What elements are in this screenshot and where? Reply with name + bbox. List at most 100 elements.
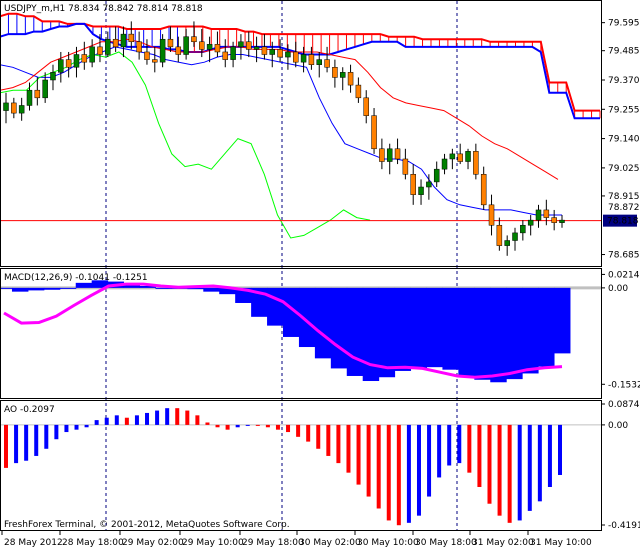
candle-body (246, 41, 252, 50)
ao-histogram-bar (114, 415, 119, 425)
candle-body (480, 174, 487, 206)
candle-body (152, 59, 158, 63)
candle-body (418, 186, 424, 195)
candle-body (332, 67, 338, 78)
ao-histogram-bar (457, 424, 462, 464)
ao-histogram-bar (104, 417, 109, 425)
candle-body (426, 181, 432, 188)
candle-body (347, 72, 354, 86)
candle-body (339, 72, 346, 78)
ao-histogram-bar (265, 424, 270, 428)
ao-histogram-bar (165, 408, 170, 425)
ao-histogram-bar (306, 424, 311, 442)
candle-body (11, 102, 17, 114)
ao-histogram-bar (376, 424, 381, 509)
metatrader-chart-window[interactable]: USDJPY_m,H1 78.834 78.842 78.814 78.818 … (0, 0, 640, 549)
candle-body (457, 153, 463, 162)
price-tick-label: 78.915 (608, 192, 640, 202)
price-tick-label: 79.255 (608, 105, 640, 115)
candle-body (277, 49, 283, 58)
ao-histogram-bar (547, 424, 552, 487)
ao-label: AO -0.2097 (4, 405, 55, 415)
macd-histogram-bar (506, 287, 523, 380)
candle-body (527, 219, 534, 226)
ao-histogram-bar (94, 420, 99, 425)
candle-body (238, 41, 244, 48)
time-tick-label: 29 May 18:00 (242, 538, 304, 548)
macd-histogram-bar (490, 287, 507, 383)
candle-body (50, 72, 56, 81)
ao-histogram-bar (558, 424, 562, 475)
ao-histogram-bar (124, 417, 129, 425)
macd-histogram-bar (538, 287, 555, 367)
macd-histogram-bar (458, 287, 475, 376)
candle-body (504, 240, 510, 246)
ao-histogram-bar (4, 424, 8, 468)
ao-histogram-bar (316, 424, 321, 449)
candle-body (363, 97, 369, 116)
candle-body (128, 33, 135, 43)
candle-body (559, 219, 565, 223)
ao-histogram-bar (497, 424, 502, 516)
ao-tick-label: -0.4191 (608, 521, 640, 531)
ao-histogram-bar (487, 424, 492, 504)
candle-body (394, 148, 401, 160)
candle-body (65, 59, 72, 68)
candle-body (175, 46, 182, 55)
price-tick-label: 78.685 (608, 251, 640, 261)
candle-body (465, 151, 471, 162)
candle-body (324, 59, 330, 68)
candle-body (26, 89, 33, 106)
ao-histogram-bar (255, 424, 260, 426)
ao-histogram-bar (537, 424, 542, 502)
candle-body (285, 51, 291, 58)
candle-body (18, 105, 25, 114)
ao-histogram-bar (356, 424, 361, 485)
symbol-header-label: USDJPY_m,H1 78.834 78.842 78.814 78.818 (4, 4, 203, 14)
ao-histogram-bar (467, 424, 472, 473)
ao-histogram-bar (366, 424, 371, 497)
candle-body (316, 59, 322, 65)
ao-histogram-bar (527, 424, 532, 511)
macd-label: MACD(12,26,9) -0.1041 -0.1251 (4, 273, 148, 283)
macd-histogram-bar (11, 287, 29, 292)
ao-histogram-bar (195, 415, 200, 425)
candle-body (73, 54, 80, 68)
candle-body (34, 89, 41, 99)
macd-histogram-bar (27, 287, 45, 291)
ao-histogram-bar (54, 424, 59, 440)
time-tick-label: 29 May 02:00 (122, 538, 184, 548)
time-tick-label: 31 May 02:00 (472, 538, 534, 548)
candle-body (386, 148, 393, 162)
macd-histogram-bar (378, 287, 396, 378)
ao-histogram-bar (477, 424, 482, 487)
ao-histogram-bar (225, 424, 230, 430)
candle-body (269, 49, 276, 55)
ao-histogram-bar (416, 424, 421, 516)
ao-histogram-bar (14, 424, 19, 464)
ao-histogram-bar (286, 424, 291, 433)
ao-histogram-bar (134, 415, 139, 425)
macd-histogram-bar (426, 287, 443, 368)
ao-tick-label: 0.00 (608, 421, 628, 431)
ao-histogram-bar (326, 424, 331, 456)
candle-body (183, 36, 189, 55)
candle-body (120, 33, 127, 48)
candle-body (136, 41, 142, 53)
candle-body (433, 168, 440, 183)
time-tick-label: 30 May 10:00 (357, 538, 419, 548)
macd-histogram-bar (554, 287, 571, 354)
ao-histogram-bar (205, 422, 210, 425)
ao-histogram-bar (64, 424, 69, 433)
candle-body (300, 54, 307, 63)
ao-histogram-bar (185, 410, 190, 425)
candle-body (308, 54, 315, 65)
macd-histogram-bar (267, 287, 284, 326)
macd-histogram-bar (394, 287, 412, 371)
ao-histogram-bar (437, 424, 442, 478)
candle-body (473, 151, 479, 175)
macd-histogram-bar (314, 287, 332, 359)
candle-body (520, 224, 526, 234)
macd-histogram-bar (522, 287, 539, 374)
macd-tick-label: 0.00 (608, 284, 628, 294)
